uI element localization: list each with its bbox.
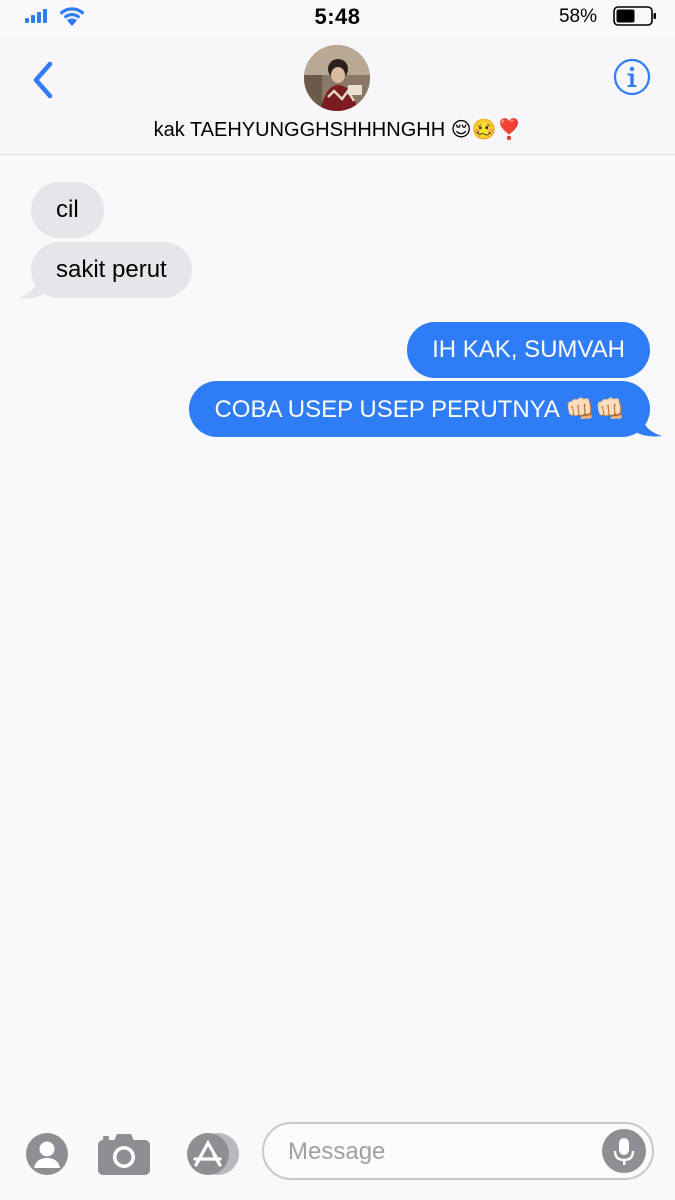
info-icon[interactable] bbox=[613, 58, 651, 96]
message-text: COBA USEP USEP PERUTNYA bbox=[214, 396, 559, 423]
mic-icon[interactable] bbox=[602, 1129, 646, 1173]
message-text: cil bbox=[56, 196, 79, 223]
compose-bar: Message bbox=[0, 1100, 675, 1200]
camera-icon[interactable] bbox=[97, 1132, 151, 1176]
battery-percent: 58% bbox=[558, 6, 597, 27]
message-text: sakit perut bbox=[56, 256, 167, 283]
chevron-left-icon[interactable] bbox=[28, 60, 58, 100]
message-emoji: 👊🏻👊🏻 bbox=[565, 395, 625, 423]
contact-name[interactable]: kak TAEHYUNGGHSHHHNGHH 😌🥴❣️ bbox=[0, 117, 675, 142]
conversation-header: kak TAEHYUNGGHSHHHNGHH 😌🥴❣️ bbox=[0, 36, 675, 155]
contact-name-text: kak TAEHYUNGGHSHHHNGHH bbox=[153, 119, 446, 141]
sent-message[interactable]: IH KAK, SUMVAH bbox=[407, 322, 650, 378]
received-message[interactable]: cil bbox=[31, 182, 104, 238]
contact-avatar[interactable] bbox=[304, 45, 370, 111]
contact-icon[interactable] bbox=[25, 1132, 69, 1176]
received-message[interactable]: sakit perut bbox=[31, 242, 192, 298]
status-bar: 5:48 58% bbox=[0, 0, 675, 36]
received-bubble-tail bbox=[18, 270, 50, 299]
message-placeholder: Message bbox=[288, 1138, 386, 1165]
sent-bubble-tail bbox=[630, 408, 662, 437]
message-text: IH KAK, SUMVAH bbox=[432, 336, 625, 363]
message-input[interactable]: Message bbox=[262, 1122, 654, 1180]
sent-message[interactable]: COBA USEP USEP PERUTNYA 👊🏻👊🏻 bbox=[189, 381, 650, 437]
contact-name-emoji: 😌🥴❣️ bbox=[450, 117, 522, 141]
battery-icon bbox=[613, 6, 656, 26]
app-store-icon[interactable] bbox=[182, 1132, 240, 1176]
